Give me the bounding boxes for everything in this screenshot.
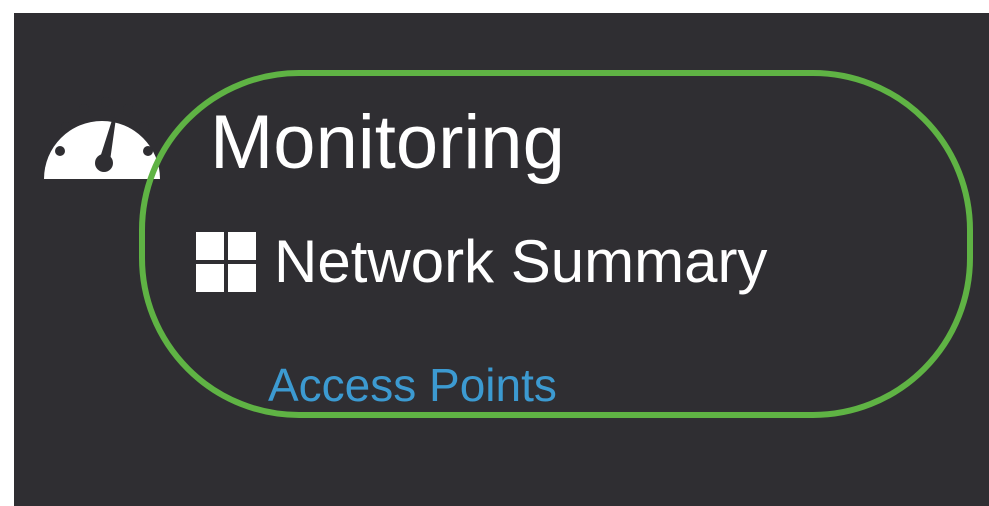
menu-item-network-summary[interactable]: Network Summary [196, 227, 767, 297]
menu-item-label: Network Summary [274, 228, 768, 295]
grid-icon [196, 232, 256, 292]
menu-section-monitoring[interactable]: Monitoring [210, 103, 565, 183]
screenshot-canvas: Monitoring Network Summary Access Points [0, 0, 989, 506]
dashboard-gauge-icon[interactable] [38, 89, 166, 183]
side-navigation: Monitoring Network Summary Access Points [14, 13, 989, 506]
menu-item-access-points[interactable]: Access Points [268, 360, 557, 410]
